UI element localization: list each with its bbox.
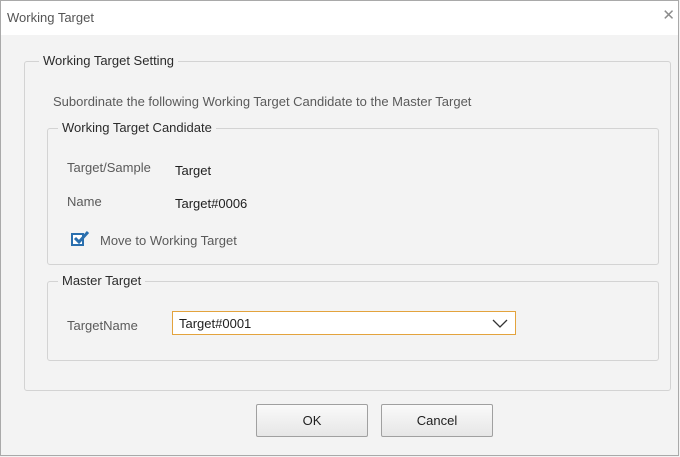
name-label: Name [67,194,102,209]
working-target-candidate-legend: Working Target Candidate [58,120,216,135]
target-sample-value: Target [175,163,212,178]
cancel-button[interactable]: Cancel [381,404,493,437]
chevron-down-icon [492,319,508,328]
target-name-selected-value: Target#0001 [179,316,252,331]
move-to-working-target-checkbox[interactable] [71,230,90,246]
close-icon[interactable]: ✕ [662,7,675,25]
dialog-window: Working Target ✕ Working Target Setting … [0,0,679,456]
master-target-legend: Master Target [58,273,146,288]
title-bar: Working Target ✕ [1,1,678,35]
target-sample-label: Target/Sample [67,160,151,175]
ok-button[interactable]: OK [256,404,368,437]
target-name-label: TargetName [67,318,138,333]
target-name-dropdown[interactable]: Target#0001 [172,311,516,335]
checkmark-icon [73,230,90,245]
window-title: Working Target [7,10,94,25]
working-target-setting-legend: Working Target Setting [39,53,179,68]
name-value: Target#0006 [175,196,248,211]
instruction-text: Subordinate the following Working Target… [53,94,472,109]
move-to-working-target-label[interactable]: Move to Working Target [100,233,237,248]
